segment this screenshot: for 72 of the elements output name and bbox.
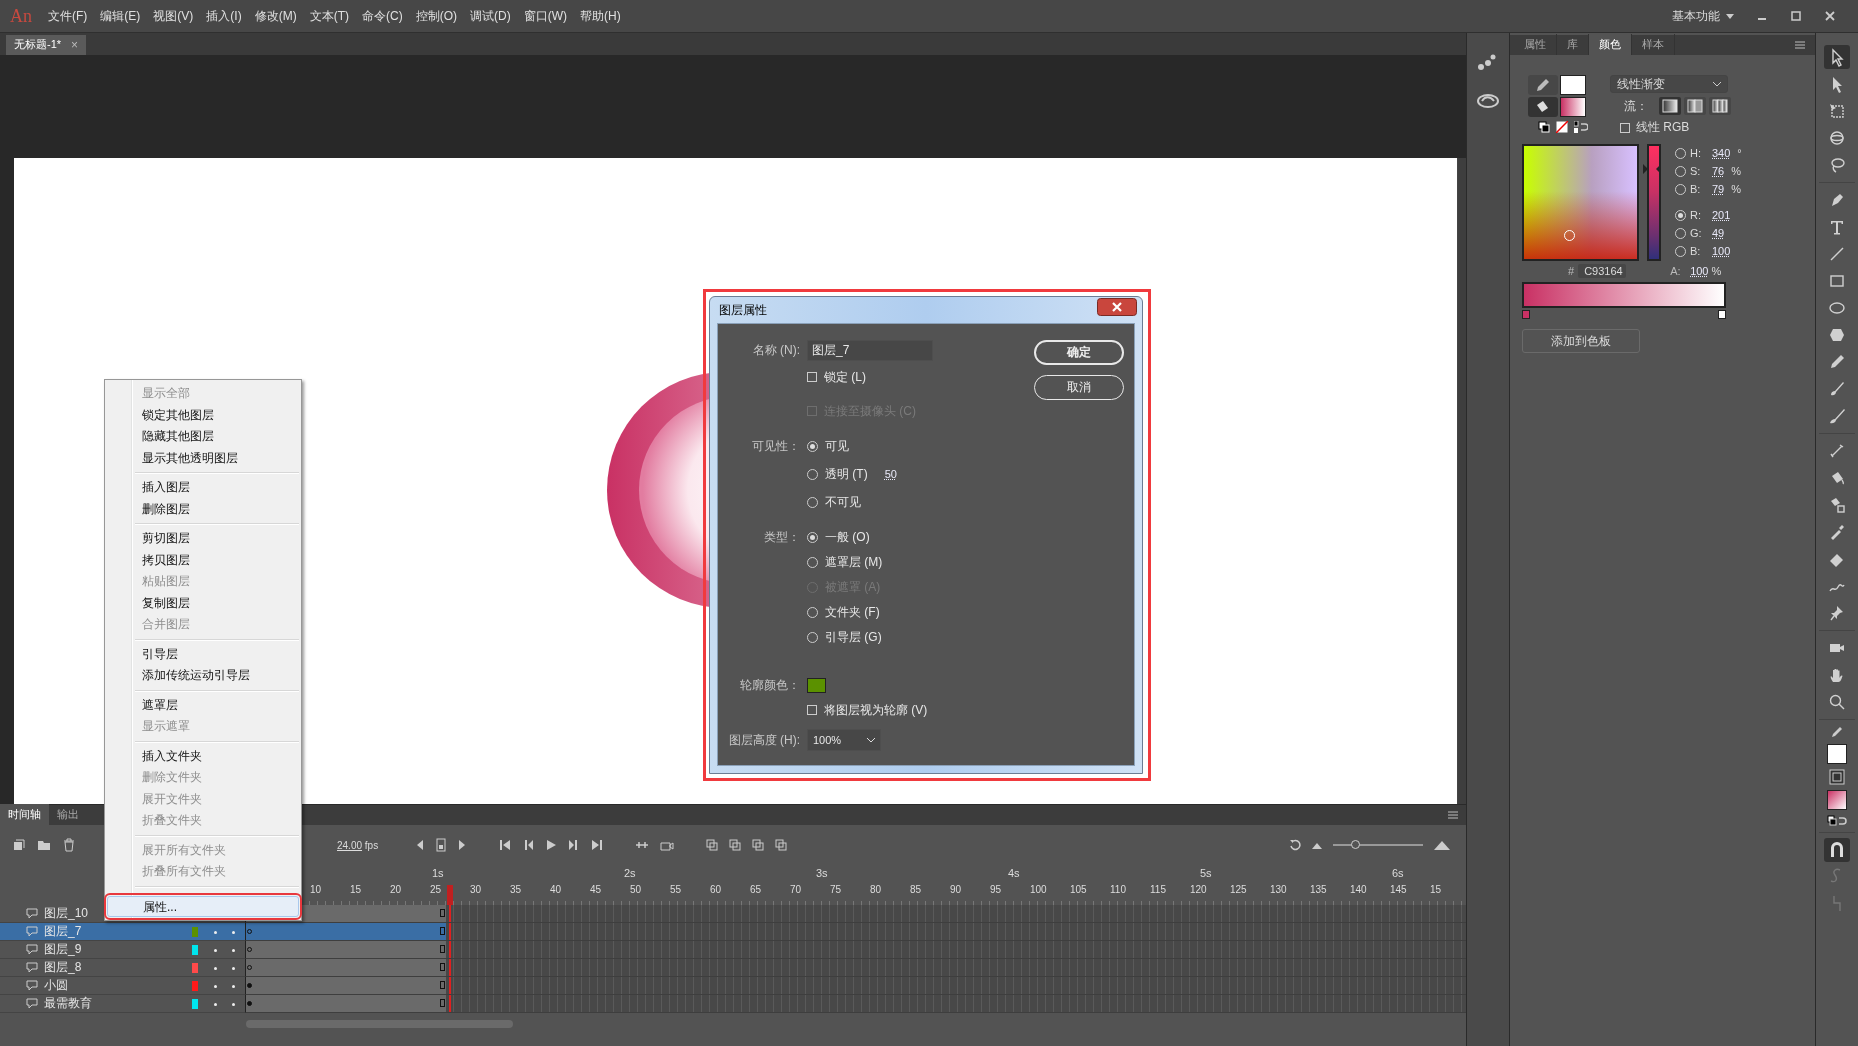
frame-number: 60 (710, 884, 722, 895)
document-title: 无标题-1* (14, 37, 62, 52)
radio-label: 可见 (825, 437, 849, 455)
frame-number: 35 (510, 884, 522, 895)
frame-number: 100 (1030, 884, 1047, 895)
checkbox-label: 锁定 (L) (824, 368, 866, 386)
radio-label: 透明 (T) (825, 465, 868, 483)
dialog-title: 图层属性 (719, 301, 767, 319)
seconds-label: 1s (432, 867, 444, 879)
layer-name: 小圆 (44, 977, 68, 994)
frame-number: 140 (1350, 884, 1367, 895)
seconds-label: 4s (1008, 867, 1020, 879)
field-label: 名称 (N): (751, 341, 800, 359)
frame-number: 120 (1190, 884, 1207, 895)
frame-number: 70 (790, 884, 802, 895)
frame-number: 145 (1390, 884, 1407, 895)
layer-name: 最需教育 (44, 995, 92, 1012)
radio-label: 引导层 (G) (825, 628, 882, 646)
app-logo: An (10, 5, 32, 27)
channel-label: B: (1690, 183, 1702, 195)
frame-number: 115 (1150, 884, 1166, 895)
frame-number: 90 (950, 884, 962, 895)
radio-label: 不可见 (825, 493, 861, 511)
seconds-label: 5s (1200, 867, 1212, 879)
frame-number: 85 (910, 884, 922, 895)
checkbox-label: 将图层视为轮廓 (V) (824, 701, 928, 719)
field-label: 轮廓颜色： (739, 676, 800, 694)
layer-name: 图层_8 (44, 959, 82, 976)
frame-number: 65 (750, 884, 762, 895)
frame-number: 130 (1270, 884, 1287, 895)
frame-number: 30 (470, 884, 482, 895)
unit-label: % (1731, 165, 1742, 177)
channel-label: B: (1690, 245, 1702, 257)
frame-number: 75 (830, 884, 842, 895)
unit-label: % (1711, 265, 1722, 277)
field-label: 类型： (763, 528, 800, 546)
layer-name: 图层_7 (44, 923, 82, 940)
channel-label: S: (1690, 165, 1702, 177)
checkbox-label: 线性 RGB (1636, 119, 1690, 136)
frame-number: 15 (1430, 884, 1442, 895)
frame-number: 110 (1110, 884, 1126, 895)
frame-number: 125 (1230, 884, 1247, 895)
radio-label: 一般 (O) (825, 528, 870, 546)
frame-number: 45 (590, 884, 602, 895)
frame-number: 135 (1310, 884, 1327, 895)
channel-label: R: (1690, 209, 1702, 221)
frame-number: 55 (670, 884, 682, 895)
frame-number: 25 (430, 884, 442, 895)
frame-number: 105 (1070, 884, 1087, 895)
flow-label: 流： (1624, 97, 1648, 115)
alpha-label: A: (1670, 265, 1682, 277)
frame-number: 10 (310, 884, 322, 895)
seconds-label: 6s (1392, 867, 1404, 879)
seconds-label: 3s (816, 867, 828, 879)
radio-label: 遮罩层 (M) (825, 553, 883, 571)
layer-name: 图层_9 (44, 941, 82, 958)
layer-name: 图层_10 (44, 905, 89, 922)
radio-label: 文件夹 (F) (825, 603, 880, 621)
frame-number: 15 (350, 884, 362, 895)
frame-number: 50 (630, 884, 642, 895)
channel-label: H: (1690, 147, 1702, 159)
frame-number: 40 (550, 884, 562, 895)
seconds-label: 2s (624, 867, 636, 879)
unit-label: ° (1737, 147, 1742, 159)
frame-number: 80 (870, 884, 882, 895)
field-label: 可见性： (751, 437, 800, 455)
frame-number: 20 (390, 884, 402, 895)
channel-label: G: (1690, 227, 1703, 239)
field-label: 图层高度 (H): (727, 731, 800, 749)
hex-label: # (1568, 265, 1575, 277)
frame-number: 95 (990, 884, 1002, 895)
unit-label: % (1731, 183, 1742, 195)
